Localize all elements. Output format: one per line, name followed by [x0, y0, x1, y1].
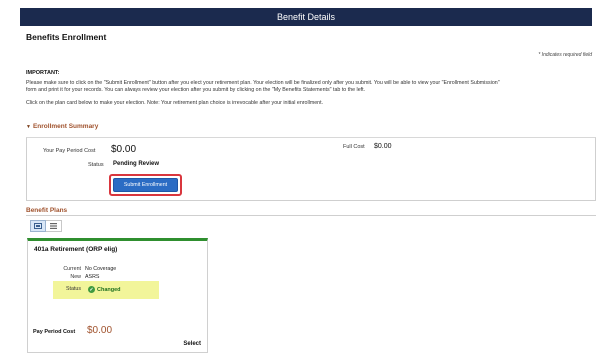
important-label: IMPORTANT:: [26, 70, 60, 76]
page-title: Benefits Enrollment: [26, 32, 107, 42]
page-header-bar: Benefit Details: [20, 8, 592, 26]
enrollment-summary-panel: Your Pay Period Cost $0.00 Full Cost $0.…: [26, 137, 596, 201]
enrollment-summary-heading: Enrollment Summary: [32, 123, 99, 130]
required-field-note: * Indicates required field: [538, 52, 592, 58]
instructions-line-2: form and print it for your records. You …: [26, 87, 366, 93]
pay-period-cost-label: Your Pay Period Cost: [43, 148, 96, 154]
card-view-icon[interactable]: [30, 220, 46, 232]
enrollment-summary-toggle[interactable]: ▼ Enrollment Summary: [26, 123, 98, 130]
new-label: New: [70, 274, 81, 280]
list-view-icon[interactable]: [46, 220, 62, 232]
check-circle-icon: ✓: [88, 286, 95, 293]
full-cost-label: Full Cost: [343, 144, 365, 150]
benefit-plans-heading: Benefit Plans: [26, 207, 68, 214]
plan-card-401a-retirement[interactable]: 401a Retirement (ORP elig) Current No Co…: [27, 238, 208, 353]
status-label: Status: [88, 162, 104, 168]
current-label: Current: [63, 266, 81, 272]
page-header-title: Benefit Details: [276, 12, 336, 22]
submit-enrollment-button[interactable]: Submit Enrollment: [113, 178, 178, 192]
caret-down-icon: ▼: [26, 123, 31, 130]
submit-enrollment-highlight: Submit Enrollment: [109, 174, 182, 196]
card-pay-period-cost-value: $0.00: [87, 325, 113, 336]
plan-card-title: 401a Retirement (ORP elig): [34, 246, 118, 253]
new-value: ASRS: [85, 274, 100, 280]
card-status-badge: ✓ Changed: [88, 286, 121, 293]
full-cost-value: $0.00: [374, 143, 392, 150]
instructions-line-1: Please make sure to click on the "Submit…: [26, 80, 500, 86]
divider: [26, 215, 596, 216]
instructions-note: Click on the plan card below to make you…: [26, 100, 324, 106]
card-status-label: Status: [65, 286, 81, 292]
view-toggle: [30, 220, 62, 232]
pay-period-cost-value: $0.00: [111, 144, 137, 155]
select-plan-link[interactable]: Select: [183, 341, 201, 347]
status-value: Pending Review: [113, 161, 160, 167]
current-value: No Coverage: [85, 266, 117, 272]
card-pay-period-cost-label: Pay Period Cost: [33, 329, 76, 335]
card-status-value: Changed: [97, 286, 121, 293]
